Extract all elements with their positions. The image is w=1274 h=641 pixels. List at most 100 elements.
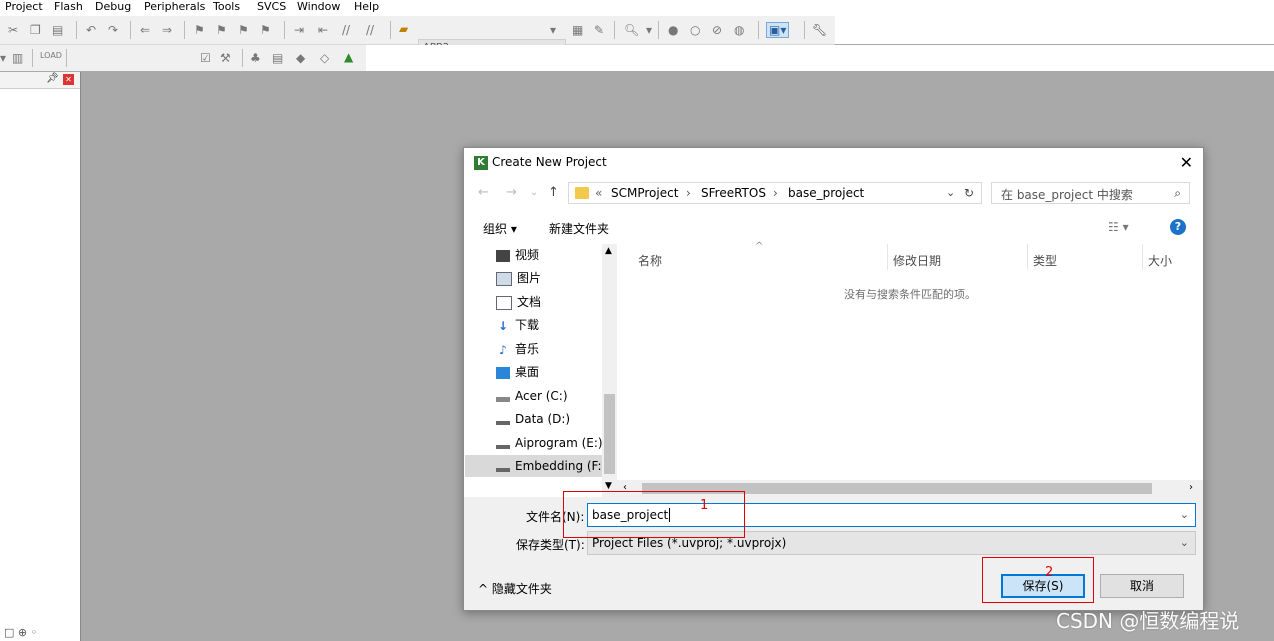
nav-item-drive-d[interactable]: Data (D:) xyxy=(496,408,606,430)
column-header-date[interactable]: 修改日期 xyxy=(893,252,941,269)
column-divider[interactable] xyxy=(1142,244,1143,270)
menu-peripherals[interactable]: Peripherals xyxy=(144,0,205,14)
translate-icon[interactable]: ▥ xyxy=(12,51,23,65)
nav-scrollbar-thumb[interactable] xyxy=(604,394,615,474)
nav-item-label: 音乐 xyxy=(515,342,540,356)
image-icon xyxy=(496,271,512,286)
organize-button[interactable]: 组织 ▾ xyxy=(483,220,517,237)
unindent-icon[interactable]: ⇤ xyxy=(318,23,328,37)
hide-folders-toggle[interactable]: ^ 隐藏文件夹 xyxy=(478,580,552,597)
load-icon[interactable]: LOAD xyxy=(40,49,62,63)
scroll-up-icon[interactable]: ▲ xyxy=(605,246,612,256)
panel-tab-icons[interactable]: □ ⊕ ◦ xyxy=(4,626,37,639)
breadcrumb-scmproject[interactable]: SCMProject xyxy=(611,186,678,200)
bookmark-icon[interactable]: ⚑ xyxy=(194,23,205,37)
breadcrumb-overflow[interactable]: « xyxy=(595,186,602,200)
redo-icon[interactable]: ↷ xyxy=(108,23,118,37)
search-box[interactable]: 在 base_project 中搜索 ⌕ xyxy=(991,182,1190,204)
toolbar-empty-area xyxy=(835,16,1274,44)
column-header-name[interactable]: 名称 xyxy=(638,252,662,269)
nav-scrollbar[interactable]: ▲ ▼ xyxy=(602,244,617,497)
open-file-icon[interactable]: ▰ xyxy=(399,22,408,36)
nav-item-drive-e[interactable]: Aiprogram (E:) xyxy=(496,432,606,454)
chevron-down-icon[interactable]: ⌄ xyxy=(1180,504,1189,526)
forward-icon[interactable]: ⇒ xyxy=(162,23,172,37)
nav-item-drive-c[interactable]: Acer (C:) xyxy=(496,385,606,407)
config-icon[interactable]: ✎ xyxy=(594,23,604,37)
menu-project[interactable]: Project xyxy=(5,0,43,14)
paste-icon[interactable]: ▤ xyxy=(52,23,63,37)
close-icon[interactable]: ✕ xyxy=(63,74,74,85)
menu-svcs[interactable]: SVCS xyxy=(257,0,286,14)
magic-wand-icon[interactable]: ⚒ xyxy=(220,51,231,65)
up-arrow-icon[interactable]: ↑ xyxy=(548,185,559,200)
bookmark-next-icon[interactable]: ⚑ xyxy=(238,23,249,37)
scroll-down-icon[interactable]: ▼ xyxy=(605,481,612,491)
wrench-icon[interactable]: 🔧︎ xyxy=(812,23,827,37)
comment-icon[interactable]: // xyxy=(342,23,350,37)
pack-installer-icon[interactable]: ◆ xyxy=(296,51,305,65)
view-options-icon[interactable]: ☷ ▾ xyxy=(1108,220,1129,234)
find-icon[interactable]: 🔍︎ xyxy=(624,23,639,37)
nav-item-downloads[interactable]: ↓ 下载 xyxy=(496,314,606,336)
chevron-down-icon[interactable]: ⌄ xyxy=(1180,532,1189,554)
menu-debug[interactable]: Debug xyxy=(95,0,131,14)
debug-start-icon[interactable]: ● xyxy=(668,23,678,37)
file-extensions-icon[interactable]: ▤ xyxy=(272,51,283,65)
project-panel-header: 📌︎ ✕ xyxy=(0,72,80,89)
breakpoint-icon[interactable]: ○ xyxy=(690,23,700,37)
column-header-size[interactable]: 大小 xyxy=(1148,252,1172,269)
breadcrumb-base-project[interactable]: base_project xyxy=(788,186,864,200)
close-button[interactable]: ✕ xyxy=(1180,153,1193,172)
toolbar-separator xyxy=(130,21,131,39)
column-divider[interactable] xyxy=(887,244,888,270)
new-folder-button[interactable]: 新建文件夹 xyxy=(549,220,609,237)
menu-help[interactable]: Help xyxy=(354,0,379,14)
chevron-down-icon[interactable]: ▾ xyxy=(550,23,556,37)
window-layout-icon[interactable]: ▣▾ xyxy=(766,22,790,38)
chevron-down-icon[interactable]: ⌄ xyxy=(530,187,538,198)
chevron-down-icon[interactable]: ⌄ xyxy=(946,186,955,199)
nav-item-documents[interactable]: 文档 xyxy=(496,291,606,313)
nav-item-label: 桌面 xyxy=(515,365,540,379)
copy-icon[interactable]: ❐ xyxy=(30,23,41,37)
manage-components-icon[interactable]: ♣ xyxy=(250,51,261,65)
chevron-down-icon[interactable]: ▾ xyxy=(646,23,652,37)
back-icon[interactable]: ⇐ xyxy=(140,23,150,37)
breakpoint-disable-icon[interactable]: ⊘ xyxy=(712,23,722,37)
refresh-icon[interactable]: ↻ xyxy=(964,186,974,200)
cancel-button[interactable]: 取消 xyxy=(1100,574,1184,598)
build-toolbar: ▾ ▥ LOAD ☑ ⚒ ♣ ▤ ◆ ◇ ▲ xyxy=(0,45,366,71)
options-icon[interactable]: ▦ xyxy=(572,23,583,37)
chevron-down-icon[interactable]: ▾ xyxy=(0,51,6,65)
nav-item-videos[interactable]: 视频 xyxy=(496,244,606,266)
nav-item-music[interactable]: ♪ 音乐 xyxy=(496,338,606,360)
column-divider[interactable] xyxy=(1027,244,1028,270)
cut-icon[interactable]: ✂ xyxy=(8,23,18,37)
undo-icon[interactable]: ↶ xyxy=(86,23,96,37)
bookmark-clear-icon[interactable]: ⚑ xyxy=(260,23,271,37)
search-icon[interactable]: ⌕ xyxy=(1174,186,1181,201)
breakpoint-kill-icon[interactable]: ◍ xyxy=(734,23,744,37)
breadcrumb-sfreertos[interactable]: SFreeRTOS xyxy=(701,186,766,200)
uncomment-icon[interactable]: // xyxy=(366,23,374,37)
menu-tools[interactable]: Tools xyxy=(213,0,240,14)
pin-icon[interactable]: 📌︎ xyxy=(46,73,59,84)
select-box-icon[interactable]: ☑ xyxy=(200,51,211,65)
column-header-type[interactable]: 类型 xyxy=(1033,252,1057,269)
nav-item-drive-f[interactable]: Embedding (F:) xyxy=(465,455,602,477)
menu-flash[interactable]: Flash xyxy=(54,0,83,14)
forward-arrow-icon[interactable]: → xyxy=(506,185,517,200)
back-arrow-icon[interactable]: ← xyxy=(478,185,489,200)
indent-icon[interactable]: ⇥ xyxy=(294,23,304,37)
address-bar[interactable]: « SCMProject › SFreeRTOS › base_project … xyxy=(568,182,982,204)
scroll-right-icon[interactable]: › xyxy=(1189,482,1193,493)
nav-item-pictures[interactable]: 图片 xyxy=(496,267,606,289)
software-packs-icon[interactable]: ▲ xyxy=(344,50,353,64)
bookmark-prev-icon[interactable]: ⚑ xyxy=(216,23,227,37)
annotation-box-2 xyxy=(982,557,1094,603)
help-icon[interactable]: ? xyxy=(1170,219,1186,235)
menu-window[interactable]: Window xyxy=(297,0,340,14)
select-pack-icon[interactable]: ◇ xyxy=(320,51,329,65)
nav-item-desktop[interactable]: 桌面 xyxy=(496,361,606,383)
